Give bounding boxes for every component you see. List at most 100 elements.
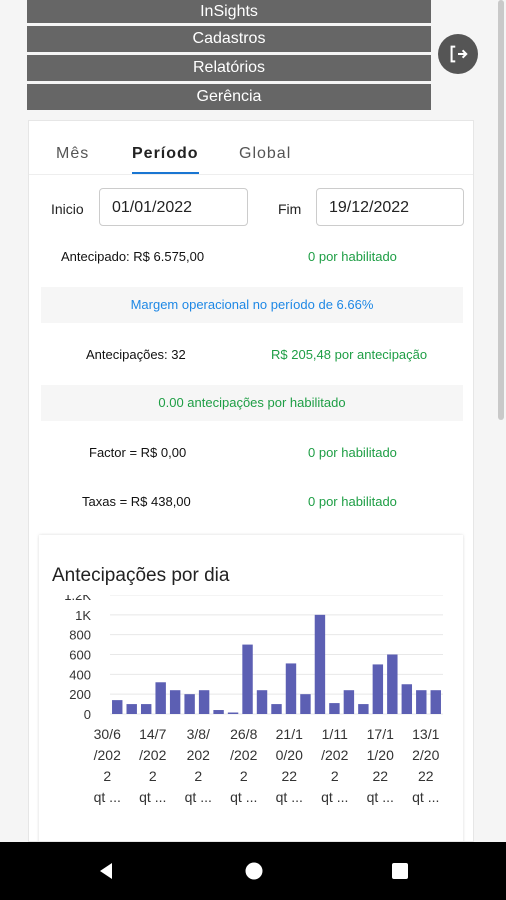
logout-button[interactable] [438, 34, 478, 74]
chart-bar[interactable] [300, 694, 311, 714]
x-tick-label: 21/1 [276, 726, 303, 742]
antecipacoes-habilitado-band: 0.00 antecipações por habilitado [41, 385, 463, 421]
chart-bar[interactable] [140, 704, 152, 714]
x-tick-label: 1/20 [367, 747, 394, 763]
y-tick-label: 0 [84, 707, 91, 722]
x-tick-label: /202 [321, 747, 348, 763]
chart-bar[interactable] [285, 663, 297, 714]
chart-bar[interactable] [256, 690, 268, 714]
tab-periodo[interactable]: Período [132, 145, 199, 163]
x-tick-label: 2 [240, 768, 248, 784]
chart-bar[interactable] [112, 700, 123, 714]
y-tick-label: 1.2K [64, 595, 91, 603]
tab-mes[interactable]: Mês [56, 145, 89, 163]
end-date-field[interactable]: 19/12/2022 [316, 188, 464, 226]
menu-gerencia[interactable]: Gerência [27, 84, 431, 110]
x-tick-label: 2 [103, 768, 111, 784]
antecipado-per-habilitado: 0 por habilitado [308, 249, 397, 264]
chart-bar[interactable] [126, 704, 137, 714]
chart-card: Antecipações por dia 0 200 400 600 800 1K 1.2K… [39, 535, 463, 841]
stat-row-factor: Factor = R$ 0,00 0 por habilitado [29, 433, 473, 471]
chart-bar[interactable] [155, 682, 166, 714]
x-tick-label: 202 [187, 747, 211, 763]
factor-per-habilitado: 0 por habilitado [308, 445, 397, 460]
chart-bar[interactable] [169, 690, 181, 714]
menu-cadastros[interactable]: Cadastros [27, 26, 431, 52]
chart-bar[interactable] [329, 703, 340, 714]
chart-bar[interactable] [213, 710, 224, 714]
tab-active-indicator [132, 172, 199, 174]
bar-chart: 0 200 400 600 800 1K 1.2K 30/6/202 2 qt ... 14/7/2… [64, 595, 443, 805]
y-tick-label: 600 [69, 648, 91, 663]
tab-global[interactable]: Global [239, 145, 291, 163]
chart-bar[interactable] [343, 690, 355, 714]
top-menu: InSights Cadastros Relatórios Gerência [27, 0, 431, 113]
chart-bar[interactable] [416, 690, 427, 714]
chart-bar[interactable] [358, 704, 369, 714]
home-icon[interactable] [244, 861, 264, 881]
chart-bar[interactable] [198, 690, 210, 714]
chart-bar[interactable] [430, 690, 441, 714]
x-tick-label: qt ... [412, 789, 439, 805]
x-tick-label: /202 [139, 747, 166, 763]
x-tick-label: /202 [94, 747, 121, 763]
x-tick-label: qt ... [94, 789, 121, 805]
chart-bar[interactable] [314, 614, 326, 714]
dashboard-card: Mês Período Global Inicio 01/01/2022 Fim… [28, 120, 474, 842]
x-tick-label: qt ... [321, 789, 348, 805]
end-label: Fim [278, 201, 302, 217]
stat-row-antecipado: Antecipado: R$ 6.575,00 0 por habilitado [29, 237, 473, 275]
back-icon[interactable] [96, 861, 116, 881]
tab-bar: Mês Período Global [29, 121, 473, 175]
x-tick-label: 26/8 [230, 726, 257, 742]
x-tick-label: 30/6 [94, 726, 121, 742]
x-tick-label: 2 [149, 768, 157, 784]
menu-insights[interactable]: InSights [27, 0, 431, 23]
y-tick-label: 800 [69, 628, 91, 643]
android-nav-bar [0, 842, 506, 900]
antecipado-value: Antecipado: R$ 6.575,00 [61, 249, 205, 264]
start-label: Inicio [51, 201, 84, 217]
chart-bar[interactable] [271, 704, 282, 714]
x-tick-label: 22 [372, 768, 388, 784]
y-tick-label: 1K [75, 608, 91, 623]
start-date-field[interactable]: 01/01/2022 [99, 188, 248, 226]
x-tick-label: 13/1 [412, 726, 439, 742]
margem-band: Margem operacional no período de 6.66% [41, 287, 463, 323]
x-tick-label: qt ... [139, 789, 166, 805]
taxas-value: Taxas = R$ 438,00 [82, 494, 191, 509]
chart-bar[interactable] [184, 694, 195, 714]
scrollbar[interactable] [498, 0, 504, 420]
chart-bar[interactable] [242, 644, 253, 714]
x-tick-label: 2/20 [412, 747, 439, 763]
chart-title: Antecipações por dia [52, 565, 230, 586]
y-tick-label: 400 [69, 667, 91, 682]
recents-icon[interactable] [390, 861, 410, 881]
x-tick-label: qt ... [185, 789, 212, 805]
x-tick-label: qt ... [367, 789, 394, 805]
x-tick-label: qt ... [230, 789, 257, 805]
chart-bar[interactable] [372, 664, 384, 714]
logout-icon [450, 45, 468, 63]
x-tick-label: 1/11 [322, 726, 348, 742]
x-tick-label: 2 [194, 768, 202, 784]
stat-row-antecipacoes: Antecipações: 32 R$ 205,48 por antecipaç… [29, 335, 473, 373]
x-tick-label: 0/20 [276, 747, 303, 763]
valor-por-antecipacao: R$ 205,48 por antecipação [271, 347, 428, 362]
x-tick-label: 2 [331, 768, 339, 784]
x-tick-label: 3/8/ [187, 726, 210, 742]
x-tick-label: 14/7 [139, 726, 166, 742]
antecipacoes-count: Antecipações: 32 [86, 347, 186, 362]
menu-relatorios[interactable]: Relatórios [27, 55, 431, 81]
chart-bar[interactable] [227, 712, 239, 714]
stat-row-taxas: Taxas = R$ 438,00 0 por habilitado [29, 482, 473, 520]
y-tick-label: 200 [69, 687, 91, 702]
chart-bar[interactable] [401, 684, 413, 714]
taxas-per-habilitado: 0 por habilitado [308, 494, 397, 509]
x-tick-label: 17/1 [367, 726, 394, 742]
x-tick-label: qt ... [276, 789, 303, 805]
x-tick-label: 22 [281, 768, 297, 784]
x-tick-label: /202 [230, 747, 257, 763]
chart-bar[interactable] [387, 654, 398, 715]
x-tick-label: 22 [418, 768, 434, 784]
